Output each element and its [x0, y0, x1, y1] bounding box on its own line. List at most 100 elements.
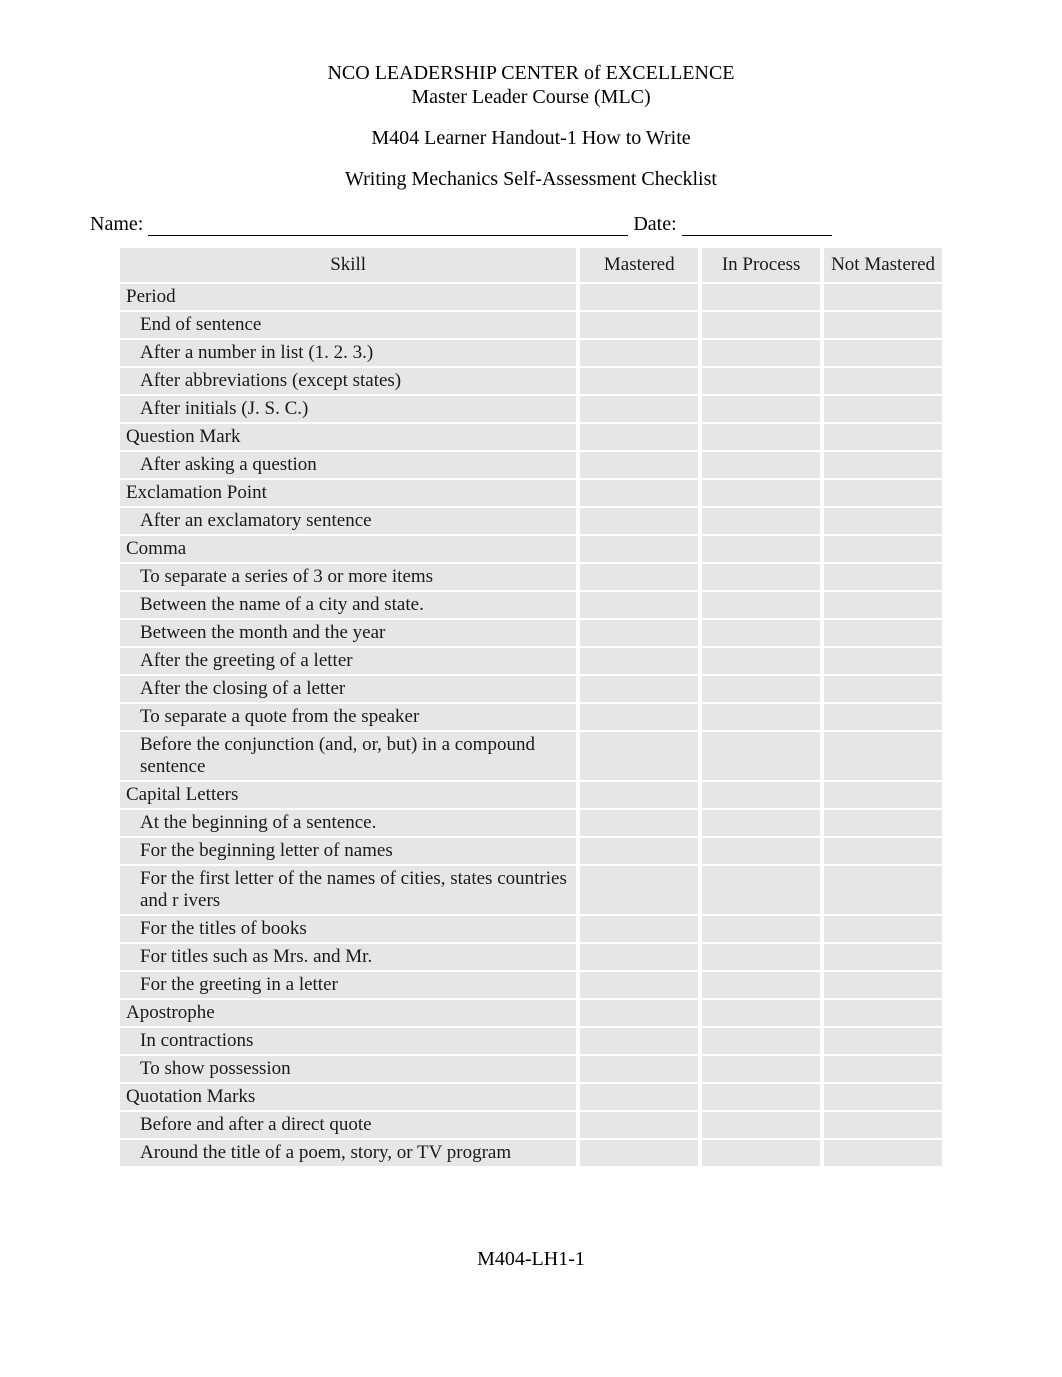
- checkbox-cell[interactable]: [580, 810, 698, 836]
- checkbox-cell[interactable]: [580, 676, 698, 702]
- table-row: To separate a series of 3 or more items: [120, 564, 942, 590]
- checkbox-cell[interactable]: [824, 916, 942, 942]
- checkbox-cell[interactable]: [824, 944, 942, 970]
- checkbox-cell[interactable]: [824, 620, 942, 646]
- checkbox-cell[interactable]: [702, 648, 820, 674]
- checkbox-cell[interactable]: [824, 648, 942, 674]
- table-row: Apostrophe: [120, 1000, 942, 1026]
- checkbox-cell[interactable]: [824, 396, 942, 422]
- checkbox-cell[interactable]: [702, 536, 820, 562]
- checkbox-cell[interactable]: [580, 1112, 698, 1138]
- checkbox-cell[interactable]: [580, 424, 698, 450]
- page-footer: M404-LH1-1: [80, 1248, 982, 1271]
- checkbox-cell[interactable]: [580, 732, 698, 780]
- checkbox-cell[interactable]: [702, 452, 820, 478]
- checkbox-cell[interactable]: [824, 1112, 942, 1138]
- checkbox-cell[interactable]: [702, 916, 820, 942]
- checkbox-cell[interactable]: [824, 284, 942, 310]
- checkbox-cell[interactable]: [580, 782, 698, 808]
- checkbox-cell[interactable]: [702, 312, 820, 338]
- checkbox-cell[interactable]: [580, 972, 698, 998]
- checkbox-cell[interactable]: [702, 1084, 820, 1110]
- checkbox-cell[interactable]: [702, 424, 820, 450]
- checkbox-cell[interactable]: [702, 676, 820, 702]
- checkbox-cell[interactable]: [580, 866, 698, 914]
- checkbox-cell[interactable]: [702, 1000, 820, 1026]
- checkbox-cell[interactable]: [824, 1056, 942, 1082]
- checkbox-cell[interactable]: [702, 368, 820, 394]
- checkbox-cell[interactable]: [824, 972, 942, 998]
- checkbox-cell[interactable]: [702, 284, 820, 310]
- checkbox-cell[interactable]: [702, 1140, 820, 1166]
- checkbox-cell[interactable]: [580, 1056, 698, 1082]
- checkbox-cell[interactable]: [702, 944, 820, 970]
- checkbox-cell[interactable]: [824, 838, 942, 864]
- checkbox-cell[interactable]: [824, 368, 942, 394]
- name-label: Name:: [90, 213, 143, 235]
- checkbox-cell[interactable]: [824, 536, 942, 562]
- checkbox-cell[interactable]: [580, 704, 698, 730]
- table-row: For the first letter of the names of cit…: [120, 866, 942, 914]
- checkbox-cell[interactable]: [702, 810, 820, 836]
- checkbox-cell[interactable]: [824, 480, 942, 506]
- checkbox-cell[interactable]: [580, 1028, 698, 1054]
- checkbox-cell[interactable]: [824, 732, 942, 780]
- name-field-line[interactable]: [148, 235, 628, 236]
- checkbox-cell[interactable]: [580, 1000, 698, 1026]
- checkbox-cell[interactable]: [824, 564, 942, 590]
- checkbox-cell[interactable]: [580, 452, 698, 478]
- checkbox-cell[interactable]: [580, 838, 698, 864]
- checkbox-cell[interactable]: [702, 782, 820, 808]
- checkbox-cell[interactable]: [824, 312, 942, 338]
- checkbox-cell[interactable]: [824, 704, 942, 730]
- name-date-row: Name: Date:: [80, 213, 982, 236]
- checkbox-cell[interactable]: [580, 312, 698, 338]
- checkbox-cell[interactable]: [702, 592, 820, 618]
- checkbox-cell[interactable]: [824, 1000, 942, 1026]
- checkbox-cell[interactable]: [702, 564, 820, 590]
- checkbox-cell[interactable]: [580, 508, 698, 534]
- checkbox-cell[interactable]: [702, 838, 820, 864]
- checkbox-cell[interactable]: [580, 592, 698, 618]
- checkbox-cell[interactable]: [580, 1084, 698, 1110]
- checkbox-cell[interactable]: [580, 340, 698, 366]
- skill-item: After the greeting of a letter: [120, 648, 576, 674]
- checkbox-cell[interactable]: [580, 564, 698, 590]
- checkbox-cell[interactable]: [702, 704, 820, 730]
- checkbox-cell[interactable]: [824, 424, 942, 450]
- date-field-line[interactable]: [682, 235, 832, 236]
- checkbox-cell[interactable]: [702, 866, 820, 914]
- checkbox-cell[interactable]: [702, 508, 820, 534]
- checkbox-cell[interactable]: [702, 340, 820, 366]
- checkbox-cell[interactable]: [824, 810, 942, 836]
- checkbox-cell[interactable]: [580, 620, 698, 646]
- checkbox-cell[interactable]: [702, 1028, 820, 1054]
- checkbox-cell[interactable]: [824, 676, 942, 702]
- checkbox-cell[interactable]: [702, 972, 820, 998]
- checkbox-cell[interactable]: [702, 1056, 820, 1082]
- checkbox-cell[interactable]: [702, 732, 820, 780]
- checkbox-cell[interactable]: [580, 284, 698, 310]
- checkbox-cell[interactable]: [580, 916, 698, 942]
- checkbox-cell[interactable]: [702, 480, 820, 506]
- checkbox-cell[interactable]: [824, 782, 942, 808]
- checkbox-cell[interactable]: [824, 452, 942, 478]
- checkbox-cell[interactable]: [824, 1084, 942, 1110]
- checkbox-cell[interactable]: [824, 592, 942, 618]
- checkbox-cell[interactable]: [580, 368, 698, 394]
- checkbox-cell[interactable]: [824, 508, 942, 534]
- checkbox-cell[interactable]: [580, 480, 698, 506]
- checkbox-cell[interactable]: [580, 1140, 698, 1166]
- checkbox-cell[interactable]: [580, 648, 698, 674]
- checkbox-cell[interactable]: [580, 944, 698, 970]
- checkbox-cell[interactable]: [580, 536, 698, 562]
- checkbox-cell[interactable]: [824, 340, 942, 366]
- checkbox-cell[interactable]: [824, 866, 942, 914]
- checkbox-cell[interactable]: [702, 396, 820, 422]
- checkbox-cell[interactable]: [702, 620, 820, 646]
- checkbox-cell[interactable]: [702, 1112, 820, 1138]
- checkbox-cell[interactable]: [824, 1028, 942, 1054]
- checkbox-cell[interactable]: [824, 1140, 942, 1166]
- checkbox-cell[interactable]: [580, 396, 698, 422]
- date-label: Date:: [633, 213, 676, 235]
